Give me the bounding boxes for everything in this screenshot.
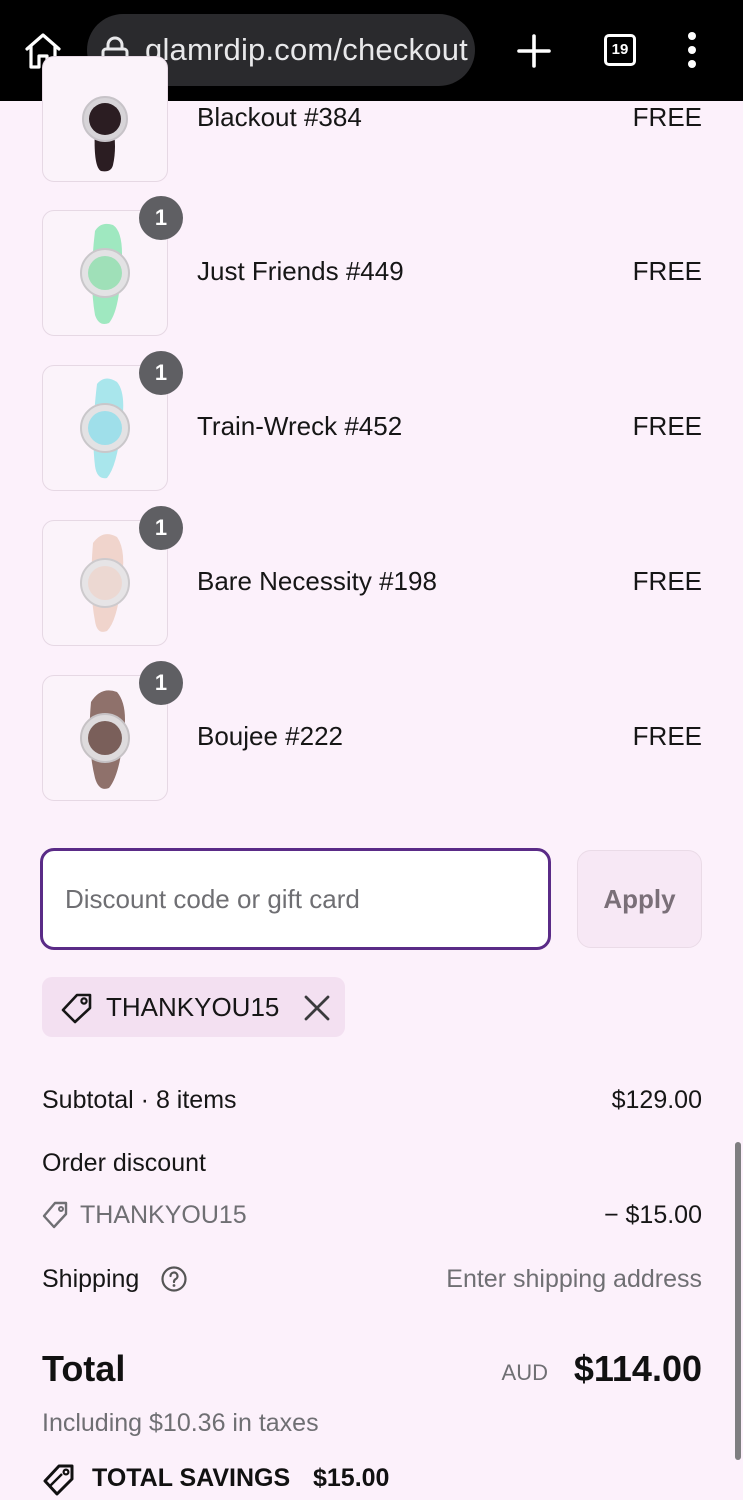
total-value: $114.00 <box>573 1348 702 1389</box>
line-item: 1 Just Friends #449 FREE <box>0 196 743 336</box>
product-thumbnail <box>42 56 168 182</box>
item-name: Boujee #222 <box>197 721 344 751</box>
remove-discount-button[interactable] <box>298 989 336 1027</box>
total-savings-label: TOTAL SAVINGS <box>92 1464 291 1492</box>
item-price: FREE <box>632 256 702 286</box>
item-name: Train-Wreck #452 <box>197 411 403 441</box>
quantity-badge: 1 <box>139 506 183 550</box>
taxes-note: Including $10.36 in taxes <box>42 1409 319 1437</box>
item-name: Just Friends #449 <box>197 256 404 286</box>
savings-tag-icon <box>43 1464 74 1496</box>
item-price: FREE <box>632 721 702 751</box>
total-savings-value: $15.00 <box>313 1464 390 1492</box>
nail-polish-swatch-icon <box>82 96 128 172</box>
item-price: FREE <box>632 102 702 132</box>
line-item: Blackout #384 FREE <box>0 56 743 182</box>
item-name: Blackout #384 <box>197 102 362 132</box>
currency-code: AUD <box>501 1360 548 1385</box>
quantity-badge: 1 <box>139 196 183 240</box>
line-item: 1 Train-Wreck #452 FREE <box>0 351 743 491</box>
discount-code-label: THANKYOU15 <box>80 1201 247 1229</box>
quantity-badge: 1 <box>139 351 183 395</box>
tag-icon <box>42 1201 68 1229</box>
total-label: Total <box>42 1348 126 1389</box>
subtotal-label: Subtotal · 8 items <box>42 1086 237 1114</box>
close-icon <box>304 995 330 1021</box>
help-icon[interactable] <box>160 1265 188 1293</box>
item-name: Bare Necessity #198 <box>197 566 437 596</box>
discount-value: − $15.00 <box>603 1201 702 1229</box>
subtotal-value: $129.00 <box>611 1086 702 1114</box>
shipping-label: Shipping <box>42 1265 140 1293</box>
tag-icon <box>61 993 92 1024</box>
item-price: FREE <box>632 411 702 441</box>
line-item: 1 Bare Necessity #198 FREE <box>0 506 743 646</box>
shipping-value: Enter shipping address <box>446 1265 702 1293</box>
discount-code-input[interactable] <box>40 848 551 950</box>
item-price: FREE <box>632 566 702 596</box>
applied-discount-code: THANKYOU15 <box>106 992 280 1022</box>
applied-discount-chip: THANKYOU15 <box>42 977 345 1037</box>
apply-button[interactable]: Apply <box>577 850 702 948</box>
order-discount-label: Order discount <box>42 1149 206 1177</box>
quantity-badge: 1 <box>139 661 183 705</box>
line-item: 1 Boujee #222 FREE <box>0 661 743 801</box>
scrollbar[interactable] <box>735 1142 741 1460</box>
